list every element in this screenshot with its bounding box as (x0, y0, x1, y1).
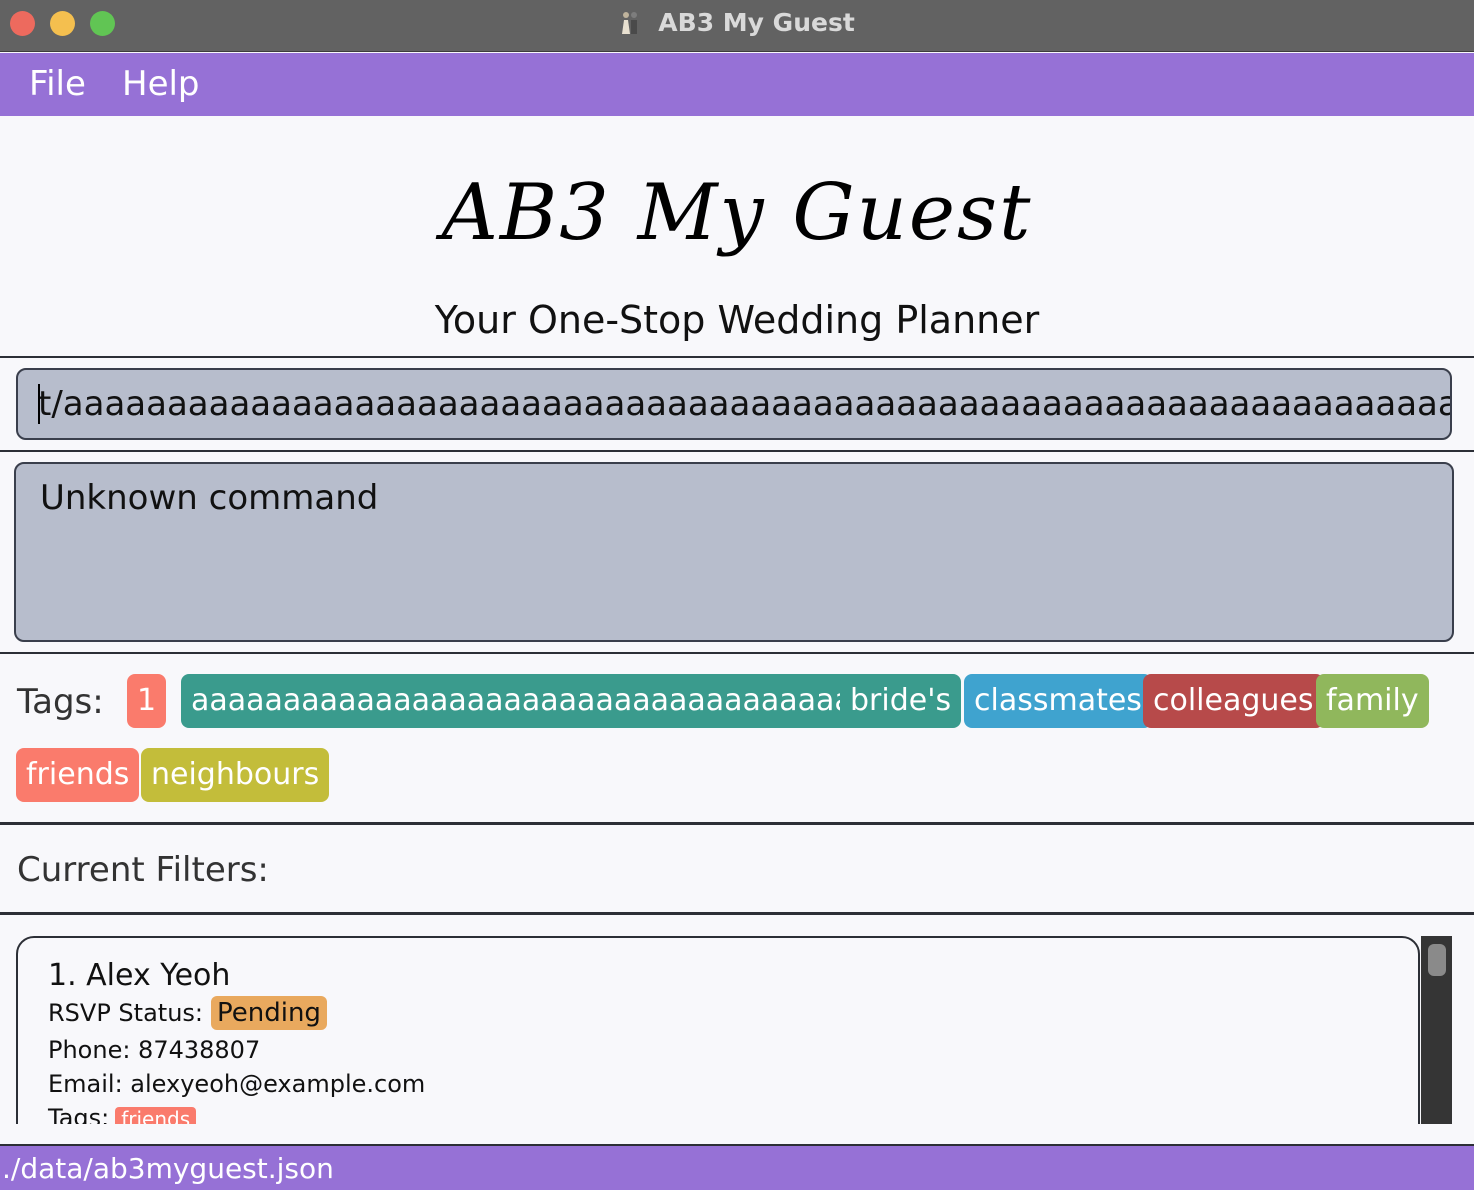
tag-chip[interactable]: colleagues (1143, 674, 1324, 728)
tag-chip-label: colleagues (1153, 683, 1314, 718)
title-bar: AB3 My Guest (0, 0, 1474, 52)
guest-email: Email: alexyeoh@example.com (48, 1070, 426, 1098)
divider (0, 356, 1474, 358)
app-window: AB3 My Guest File Help AB3 My Guest Your… (0, 0, 1474, 1190)
menu-help[interactable]: Help (122, 64, 200, 104)
guest-list[interactable]: 1. Alex Yeoh RSVP Status: Pending Phone: … (16, 936, 1422, 1124)
tag-chip[interactable]: friends (16, 748, 140, 802)
rsvp-status-badge: Pending (211, 996, 327, 1030)
status-bar: ./data/ab3myguest.json (0, 1146, 1474, 1190)
guest-rsvp-row: RSVP Status: Pending (48, 996, 327, 1030)
guest-tag: friends (115, 1107, 197, 1124)
tag-chip-label: friends (26, 757, 130, 792)
tag-chip[interactable]: classmates (964, 674, 1152, 728)
current-filters-label: Current Filters: (17, 850, 269, 890)
tag-chip-label: 1 (137, 683, 157, 718)
tag-chip-label: family (1326, 683, 1419, 718)
divider (0, 912, 1474, 915)
text-caret (38, 384, 40, 424)
menu-bar: File Help (0, 53, 1474, 116)
scrollbar-thumb[interactable] (1428, 944, 1446, 976)
app-logo: AB3 My Guest (441, 168, 1033, 258)
tag-chip-label: neighbours (151, 757, 320, 792)
divider (0, 652, 1474, 654)
guest-list-scrollbar[interactable] (1421, 936, 1452, 1124)
tag-chip-label: classmates (974, 683, 1142, 718)
tag-chip-label: aaaaaaaaaaaaaaaaaaaaaaaaaaaaaaaaaaaaaaa (191, 683, 908, 718)
tag-chip[interactable]: bride's (840, 674, 962, 728)
command-input-text: t/aaaaaaaaaaaaaaaaaaaaaaaaaaaaaaaaaaaaaa… (38, 384, 1452, 424)
tag-chip[interactable]: neighbours (141, 748, 330, 802)
guest-tags-label: Tags: (48, 1104, 110, 1124)
divider (0, 822, 1474, 825)
guest-phone: Phone: 87438807 (48, 1036, 261, 1064)
menu-file[interactable]: File (29, 64, 86, 104)
data-file-path: ./data/ab3myguest.json (2, 1152, 334, 1185)
tag-chip-label: bride's (850, 683, 952, 718)
tag-chip[interactable]: 1 (127, 674, 167, 728)
window-title-group: AB3 My Guest (0, 8, 1474, 37)
window-title: AB3 My Guest (658, 8, 855, 37)
guest-card[interactable]: 1. Alex Yeoh RSVP Status: Pending Phone: … (16, 936, 1420, 1124)
guest-name: 1. Alex Yeoh (48, 958, 231, 993)
divider (0, 450, 1474, 452)
command-input[interactable]: t/aaaaaaaaaaaaaaaaaaaaaaaaaaaaaaaaaaaaaa… (16, 368, 1452, 440)
result-message: Unknown command (40, 478, 379, 518)
app-tagline: Your One-Stop Wedding Planner (434, 298, 1040, 342)
result-display: Unknown command (14, 462, 1454, 642)
tag-chip[interactable]: family (1316, 674, 1429, 728)
couple-icon (622, 11, 638, 34)
tag-chip[interactable]: aaaaaaaaaaaaaaaaaaaaaaaaaaaaaaaaaaaaaaa (181, 674, 918, 728)
rsvp-label: RSVP Status: (48, 999, 203, 1027)
tags-label: Tags: (17, 682, 104, 722)
guest-tags-row: Tags: friends (48, 1104, 197, 1124)
